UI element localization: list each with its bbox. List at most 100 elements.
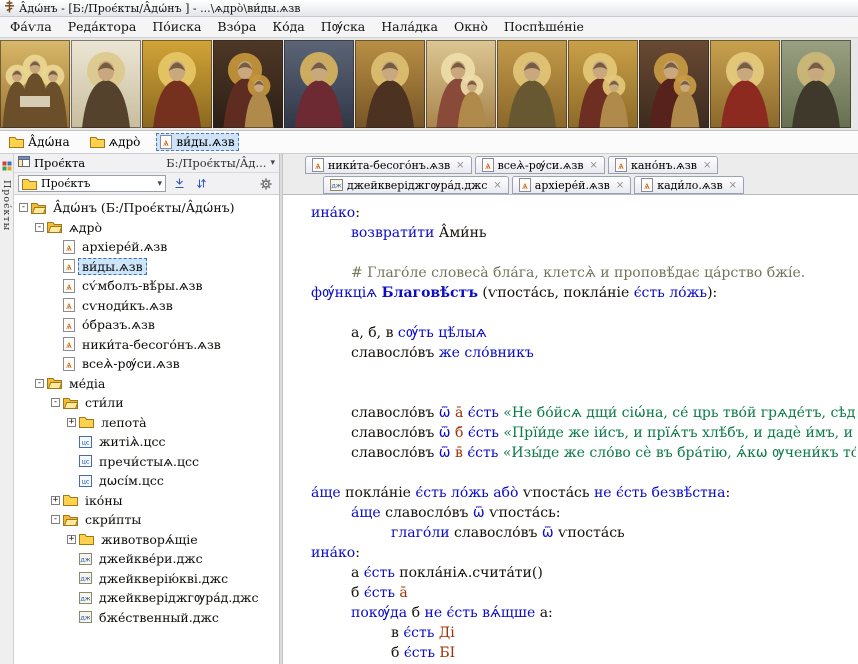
yazv-file-icon: ѧ bbox=[615, 158, 627, 172]
tool-window-grid-icon[interactable] bbox=[2, 156, 12, 175]
close-tab-icon[interactable]: × bbox=[703, 160, 711, 171]
code-line-2: возврати́ти А̂ми́нь bbox=[311, 223, 856, 243]
code-line-14 bbox=[311, 463, 856, 483]
christ-bright-icon[interactable] bbox=[71, 40, 141, 128]
tree-item-3[interactable]: ѧархіере́й.ѧзв bbox=[16, 237, 279, 257]
menu-item-7[interactable]: Нала́дка bbox=[373, 18, 446, 36]
close-tab-icon[interactable]: × bbox=[456, 160, 464, 171]
close-tab-icon[interactable]: × bbox=[493, 180, 501, 191]
tree-item-18[interactable]: + животворѧ́щіе bbox=[16, 530, 279, 550]
project-tree[interactable]: -А̂дѡ́нъ (Б:/Проє́кты/А̂дѡ́нъ)-ѧдро̀ѧарх… bbox=[14, 195, 279, 664]
menu-item-1[interactable]: Фа́ѵла bbox=[2, 18, 60, 36]
menu-item-6[interactable]: Пѹ́ска bbox=[313, 18, 373, 36]
tree-item-14[interactable]: цспречи́стыѧ.цсс bbox=[16, 452, 279, 472]
tree-item-13[interactable]: цсжитіѧ̀.цсс bbox=[16, 432, 279, 452]
tree-expander-icon[interactable]: - bbox=[51, 398, 60, 407]
tree-item-11[interactable]: -сти́ли bbox=[16, 393, 279, 413]
menu-item-4[interactable]: Взо́ра bbox=[209, 18, 264, 36]
editor-tab-2-3[interactable]: ѧкади́ло.ѧзв× bbox=[634, 176, 744, 194]
tree-item-1[interactable]: -А̂дѡ́нъ (Б:/Проє́кты/А̂дѡ́нъ) bbox=[16, 198, 279, 218]
tree-expander-icon[interactable]: - bbox=[35, 223, 44, 232]
settings-gear-button[interactable] bbox=[257, 175, 275, 193]
collapse-all-button[interactable] bbox=[170, 175, 188, 193]
tree-item-4[interactable]: ѧви́ды.ѧзв bbox=[16, 257, 279, 277]
breadcrumb-label: А̂дѡ́на bbox=[28, 135, 70, 149]
menu-item-9[interactable]: Поспѣше́ніе bbox=[496, 18, 592, 36]
christ-pantocrator-brown-icon[interactable] bbox=[355, 40, 425, 128]
tree-item-8[interactable]: ѧники́та-бесого́нъ.ѧзв bbox=[16, 335, 279, 355]
tree-expander-icon[interactable]: - bbox=[35, 379, 44, 388]
chevron-down-icon[interactable]: ▾ bbox=[270, 158, 275, 168]
projects-tool-window-button[interactable]: Проє́кты bbox=[1, 180, 12, 231]
tree-item-2[interactable]: -ѧдро̀ bbox=[16, 218, 279, 238]
svg-text:дж: дж bbox=[331, 182, 341, 190]
close-tab-icon[interactable]: × bbox=[616, 180, 624, 191]
editor-tab-2-1[interactable]: джджейкверіджгѹра́д.джс× bbox=[323, 176, 509, 194]
menu-item-8[interactable]: Окно̀ bbox=[446, 18, 496, 36]
tree-item-20[interactable]: джджейкверію́кві.джс bbox=[16, 569, 279, 589]
breadcrumb-item-1[interactable]: А̂дѡ́на bbox=[5, 133, 74, 151]
tree-item-7[interactable]: ѧо́бразъ.ѧзв bbox=[16, 315, 279, 335]
breadcrumb-label: ви́ды.ѧзв bbox=[176, 135, 234, 149]
editor-tab-1-3[interactable]: ѧкано́нъ.ѧзв× bbox=[608, 156, 718, 174]
project-path-combo[interactable]: Б:/Проє́кты/А̂д... bbox=[166, 156, 266, 170]
svg-text:ѧ: ѧ bbox=[618, 161, 624, 172]
svg-text:ѧ: ѧ bbox=[66, 340, 72, 351]
tree-item-12[interactable]: +лепота̀ bbox=[16, 413, 279, 433]
breadcrumb: А̂дѡ́на ѧдро̀ ѧви́ды.ѧзв bbox=[0, 131, 858, 154]
close-tab-icon[interactable]: × bbox=[729, 180, 737, 191]
theotokos-unfading-flower-icon[interactable] bbox=[426, 40, 496, 128]
tree-item-9[interactable]: ѧвсеѧ̀-рѹ́си.ѧзв bbox=[16, 354, 279, 374]
code-line-16: а́ще славосло́въ ѿ ѵпоста́сь: bbox=[311, 503, 856, 523]
svg-text:ѧ: ѧ bbox=[644, 181, 650, 192]
tree-item-15[interactable]: цсдѡсі́м.цсс bbox=[16, 471, 279, 491]
svg-text:цс: цс bbox=[82, 458, 90, 466]
editor-tab-1-1[interactable]: ѧники́та-бесого́нъ.ѧзв× bbox=[305, 156, 472, 174]
tree-item-label: дѡсі́м.цсс bbox=[95, 472, 168, 489]
tree-expander-icon[interactable]: - bbox=[51, 515, 60, 524]
tree-item-10[interactable]: -ме́діа bbox=[16, 374, 279, 394]
tree-item-label: животворѧ́щіе bbox=[97, 531, 202, 548]
folder-open-icon bbox=[31, 202, 46, 214]
tree-item-5[interactable]: ѧсѵ́мболъ-вѣ́ры.ѧзв bbox=[16, 276, 279, 296]
tree-item-6[interactable]: ѧсѵноди́къ.ѧзв bbox=[16, 296, 279, 316]
svg-text:дж: дж bbox=[80, 555, 90, 563]
close-tab-icon[interactable]: × bbox=[590, 160, 598, 171]
editor-tab-2-2[interactable]: ѧархіере́й.ѧзв× bbox=[512, 176, 631, 194]
tree-item-19[interactable]: дж джейкве́ри.джс bbox=[16, 549, 279, 569]
tool-window-strip: Проє́кты bbox=[0, 154, 14, 664]
project-panel-icon bbox=[18, 156, 30, 170]
tree-expander-icon[interactable]: + bbox=[67, 535, 76, 544]
theotokos-orans-icon[interactable] bbox=[284, 40, 354, 128]
theotokos-hodegetria-icon[interactable] bbox=[568, 40, 638, 128]
christ-red-robe-icon[interactable] bbox=[710, 40, 780, 128]
tree-item-17[interactable]: -скри́пты bbox=[16, 510, 279, 530]
tree-expander-icon[interactable]: - bbox=[19, 203, 28, 212]
christ-pantocrator-gold-icon[interactable] bbox=[142, 40, 212, 128]
folder-open-icon bbox=[47, 377, 62, 389]
tree-item-22[interactable]: джбже́ственный.джс bbox=[16, 608, 279, 628]
sort-button[interactable] bbox=[192, 175, 210, 193]
theotokos-maroon-icon[interactable] bbox=[639, 40, 709, 128]
breadcrumb-item-3[interactable]: ѧви́ды.ѧзв bbox=[156, 133, 238, 151]
folder-icon bbox=[22, 178, 37, 190]
christ-olive-icon[interactable] bbox=[781, 40, 851, 128]
holy-trinity-icon[interactable] bbox=[0, 40, 70, 128]
editor-tab-1-2[interactable]: ѧвсеѧ̀-рѹ́си.ѧзв× bbox=[475, 156, 605, 174]
menu-item-5[interactable]: Ко́да bbox=[264, 18, 312, 36]
tree-item-16[interactable]: +іко́ны bbox=[16, 491, 279, 511]
menu-item-3[interactable]: По́иска bbox=[144, 18, 209, 36]
menu-bar: Фа́ѵлаРеда́ктораПо́искаВзо́раКо́даПѹ́ска… bbox=[0, 17, 858, 38]
christ-teacher-icon[interactable] bbox=[497, 40, 567, 128]
tree-expander-icon[interactable]: + bbox=[67, 418, 76, 427]
tree-expander-icon[interactable]: + bbox=[51, 496, 60, 505]
tree-item-label: джейкве́ри.джс bbox=[95, 550, 207, 567]
breadcrumb-item-2[interactable]: ѧдро̀ bbox=[86, 133, 145, 151]
project-scope-combo[interactable]: Проє́ктъ ▾ bbox=[18, 175, 166, 192]
menu-item-2[interactable]: Реда́ктора bbox=[60, 18, 145, 36]
theotokos-dark-icon[interactable] bbox=[213, 40, 283, 128]
tree-item-label: сѵноди́къ.ѧзв bbox=[78, 297, 177, 314]
tree-item-label: ви́ды.ѧзв bbox=[78, 258, 147, 275]
code-area[interactable]: ина́ко:возврати́ти А̂ми́нь # Глаго́ле сл… bbox=[283, 194, 858, 664]
tree-item-21[interactable]: джджейкверіджгѹра́д.джс bbox=[16, 588, 279, 608]
